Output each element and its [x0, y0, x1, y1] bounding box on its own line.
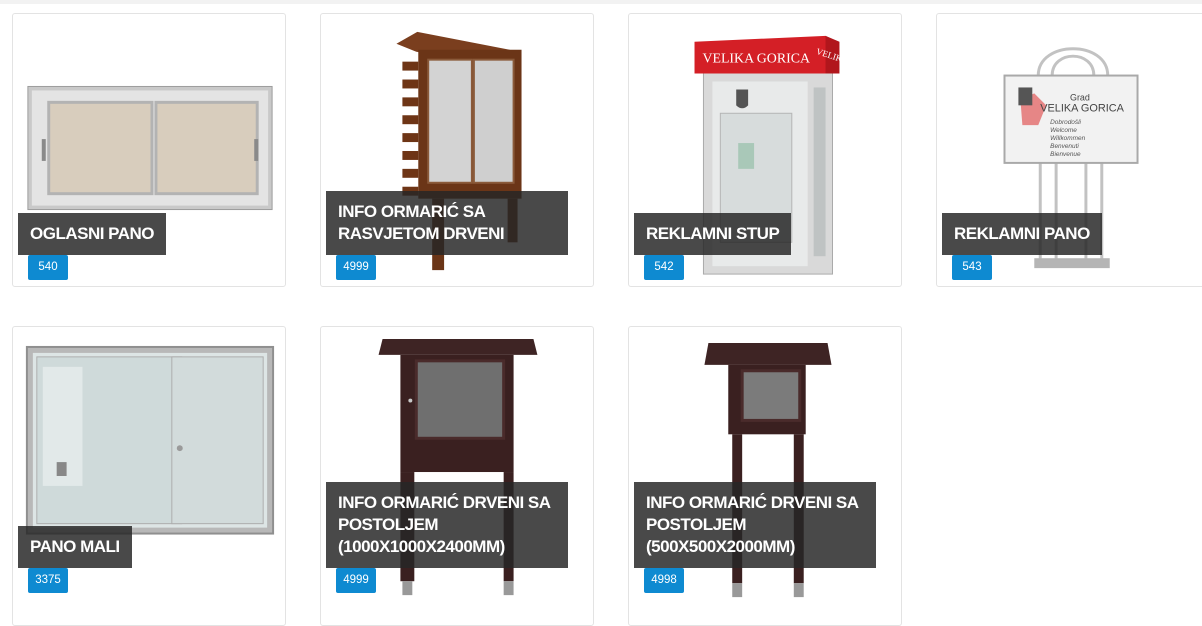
product-card-oglasni-pano[interactable]: OGLASNI PANO 540	[12, 13, 286, 287]
product-code-badge: 4998	[644, 568, 684, 593]
product-code-badge: 4999	[336, 255, 376, 280]
greeting-1: Dobrodošli	[1050, 119, 1081, 126]
kiosk-roof-text: VELIKA GORICA	[702, 52, 810, 67]
product-card-info-ormaric-postolje-500[interactable]: INFO ORMARIĆ DRVENI SA POSTOLJEM (500X50…	[628, 326, 902, 626]
board-city-prefix: Grad	[1070, 92, 1090, 102]
product-card-reklamni-pano[interactable]: Grad VELIKA GORICA Dobrodošli Welcome Wi…	[936, 13, 1202, 287]
product-code-badge: 542	[644, 255, 684, 280]
product-code-badge: 543	[952, 255, 992, 280]
product-title: INFO ORMARIĆ DRVENI SA POSTOLJEM (500X50…	[634, 482, 876, 568]
greeting-5: Bienvenue	[1050, 151, 1081, 158]
greeting-2: Welcome	[1050, 127, 1077, 134]
product-card-reklamni-stup[interactable]: VELIKA GORICA VELIKA G REKLAMNI STUP 542	[628, 13, 902, 287]
product-title: REKLAMNI STUP	[634, 213, 792, 255]
product-title: REKLAMNI PANO	[942, 213, 1102, 255]
top-divider	[0, 0, 1202, 4]
product-title: PANO MALI	[18, 526, 132, 568]
greeting-4: Benvenuti	[1050, 143, 1079, 150]
product-card-info-ormaric-postolje-1000[interactable]: INFO ORMARIĆ DRVENI SA POSTOLJEM (1000X1…	[320, 326, 594, 626]
product-card-info-ormaric-rasvjeta[interactable]: INFO ORMARIĆ SA RASVJETOM DRVENI 4999	[320, 13, 594, 287]
product-title: INFO ORMARIĆ SA RASVJETOM DRVENI	[326, 191, 568, 255]
greeting-3: Willkommen	[1050, 135, 1085, 142]
product-code-badge: 4999	[336, 568, 376, 593]
product-title: OGLASNI PANO	[18, 213, 167, 255]
product-card-pano-mali[interactable]: PANO MALI 3375	[12, 326, 286, 626]
product-code-badge: 540	[28, 255, 68, 280]
product-code-badge: 3375	[28, 568, 68, 593]
board-city-name: VELIKA GORICA	[1040, 102, 1124, 114]
product-title: INFO ORMARIĆ DRVENI SA POSTOLJEM (1000X1…	[326, 482, 568, 568]
